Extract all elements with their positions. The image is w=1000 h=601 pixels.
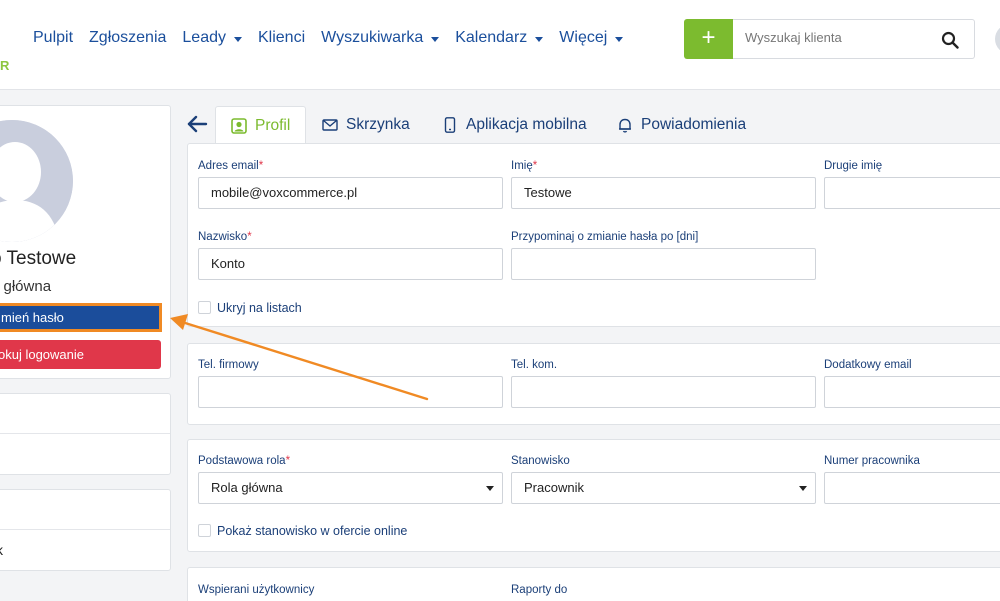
- password-reminder-label: Przypominaj o zmianie hasła po [dni]: [511, 231, 699, 243]
- dropdown-caret-icon: [799, 486, 807, 491]
- mobile-phone-field[interactable]: [511, 376, 816, 408]
- profile-name: o Testowe: [0, 248, 77, 269]
- extra-email-field[interactable]: [824, 376, 1000, 408]
- nav-item-zgloszenia[interactable]: Zgłoszenia: [89, 29, 166, 47]
- show-position-checkbox[interactable]: [198, 524, 211, 537]
- user-icon: [231, 118, 247, 134]
- main-nav: Pulpit Zgłoszenia Leady Klienci Wyszukiw…: [33, 29, 624, 47]
- top-navbar: R Pulpit Zgłoszenia Leady Klienci Wyszuk…: [0, 0, 1000, 90]
- nav-item-wiecej[interactable]: Więcej: [559, 29, 624, 47]
- side-menu-box: [0, 393, 171, 475]
- block-login-button[interactable]: okuj logowanie: [0, 340, 161, 369]
- user-avatar[interactable]: [995, 24, 1000, 54]
- nav-item-klienci[interactable]: Klienci: [258, 29, 305, 47]
- hide-on-lists-checkbox[interactable]: [198, 301, 211, 314]
- nav-item-kalendarz[interactable]: Kalendarz: [455, 29, 544, 47]
- middle-name-label: Drugie imię: [824, 160, 883, 172]
- contact-section: Tel. firmowy Tel. kom. Dodatkowy email: [187, 343, 1000, 425]
- side-menu-item[interactable]: [0, 490, 170, 530]
- mobile-phone-label: Tel. kom.: [511, 359, 558, 371]
- employee-number-label: Numer pracownika: [824, 455, 920, 467]
- reports-to-label: Raporty do: [511, 584, 568, 596]
- email-field[interactable]: mobile@voxcommerce.pl: [198, 177, 503, 209]
- base-role-label: Podstawowa rola*: [198, 455, 291, 467]
- nav-item-pulpit[interactable]: Pulpit: [33, 29, 73, 47]
- chevron-down-icon: [234, 36, 242, 42]
- chevron-down-icon: [431, 36, 440, 42]
- logo[interactable]: R: [0, 58, 9, 73]
- tab-aplikacja-mobilna[interactable]: Aplikacja mobilna: [442, 106, 587, 144]
- password-reminder-field[interactable]: [511, 248, 816, 280]
- profile-role: a główna: [0, 278, 52, 295]
- search-icon[interactable]: [941, 31, 959, 49]
- tab-skrzynka[interactable]: Skrzynka: [322, 106, 410, 144]
- supervision-section: Wspierani użytkownicy Raporty do: [187, 567, 1000, 601]
- side-menu-item[interactable]: [0, 394, 170, 434]
- side-menu-box: k: [0, 489, 171, 571]
- position-select[interactable]: Pracownik: [511, 472, 816, 504]
- mobile-icon: [444, 117, 456, 133]
- position-label: Stanowisko: [511, 455, 570, 467]
- chevron-down-icon: [535, 36, 544, 42]
- change-password-button[interactable]: mień hasło: [0, 303, 162, 332]
- show-position-label: Pokaż stanowisko w ofercie online: [217, 524, 408, 538]
- envelope-icon: [322, 119, 338, 131]
- company-phone-label: Tel. firmowy: [198, 359, 259, 371]
- first-name-field[interactable]: Testowe: [511, 177, 816, 209]
- extra-email-label: Dodatkowy email: [824, 359, 912, 371]
- side-menu-item[interactable]: k: [0, 530, 170, 570]
- add-button[interactable]: +: [684, 19, 733, 59]
- client-search: [733, 19, 975, 59]
- back-arrow-icon[interactable]: [186, 114, 208, 134]
- chevron-down-icon: [615, 36, 624, 42]
- employee-number-field[interactable]: [824, 472, 1000, 504]
- last-name-field[interactable]: Konto: [198, 248, 503, 280]
- search-input[interactable]: [745, 30, 930, 45]
- middle-name-field[interactable]: [824, 177, 1000, 209]
- dropdown-caret-icon: [486, 486, 494, 491]
- side-menu-item[interactable]: [0, 434, 170, 474]
- tab-profil[interactable]: Profil: [215, 106, 307, 145]
- profile-card: o Testowe a główna: [0, 105, 171, 379]
- basic-info-section: Adres email* mobile@voxcommerce.pl Imię*…: [187, 143, 1000, 327]
- email-label: Adres email*: [198, 160, 264, 172]
- bell-icon: [619, 118, 631, 133]
- company-phone-field[interactable]: [198, 376, 503, 408]
- base-role-select[interactable]: Rola główna: [198, 472, 503, 504]
- first-name-label: Imię*: [511, 160, 538, 172]
- user-silhouette-icon: [0, 120, 73, 242]
- last-name-label: Nazwisko*: [198, 231, 252, 243]
- nav-item-wyszukiwarka[interactable]: Wyszukiwarka: [321, 29, 440, 47]
- profile-avatar: [0, 120, 73, 242]
- supported-users-label: Wspierani użytkownicy: [198, 584, 315, 596]
- tab-powiadomienia[interactable]: Powiadomienia: [617, 106, 746, 144]
- hide-on-lists-label: Ukryj na listach: [217, 301, 302, 315]
- role-section: Podstawowa rola* Rola główna Stanowisko …: [187, 439, 1000, 552]
- nav-item-leady[interactable]: Leady: [182, 29, 242, 47]
